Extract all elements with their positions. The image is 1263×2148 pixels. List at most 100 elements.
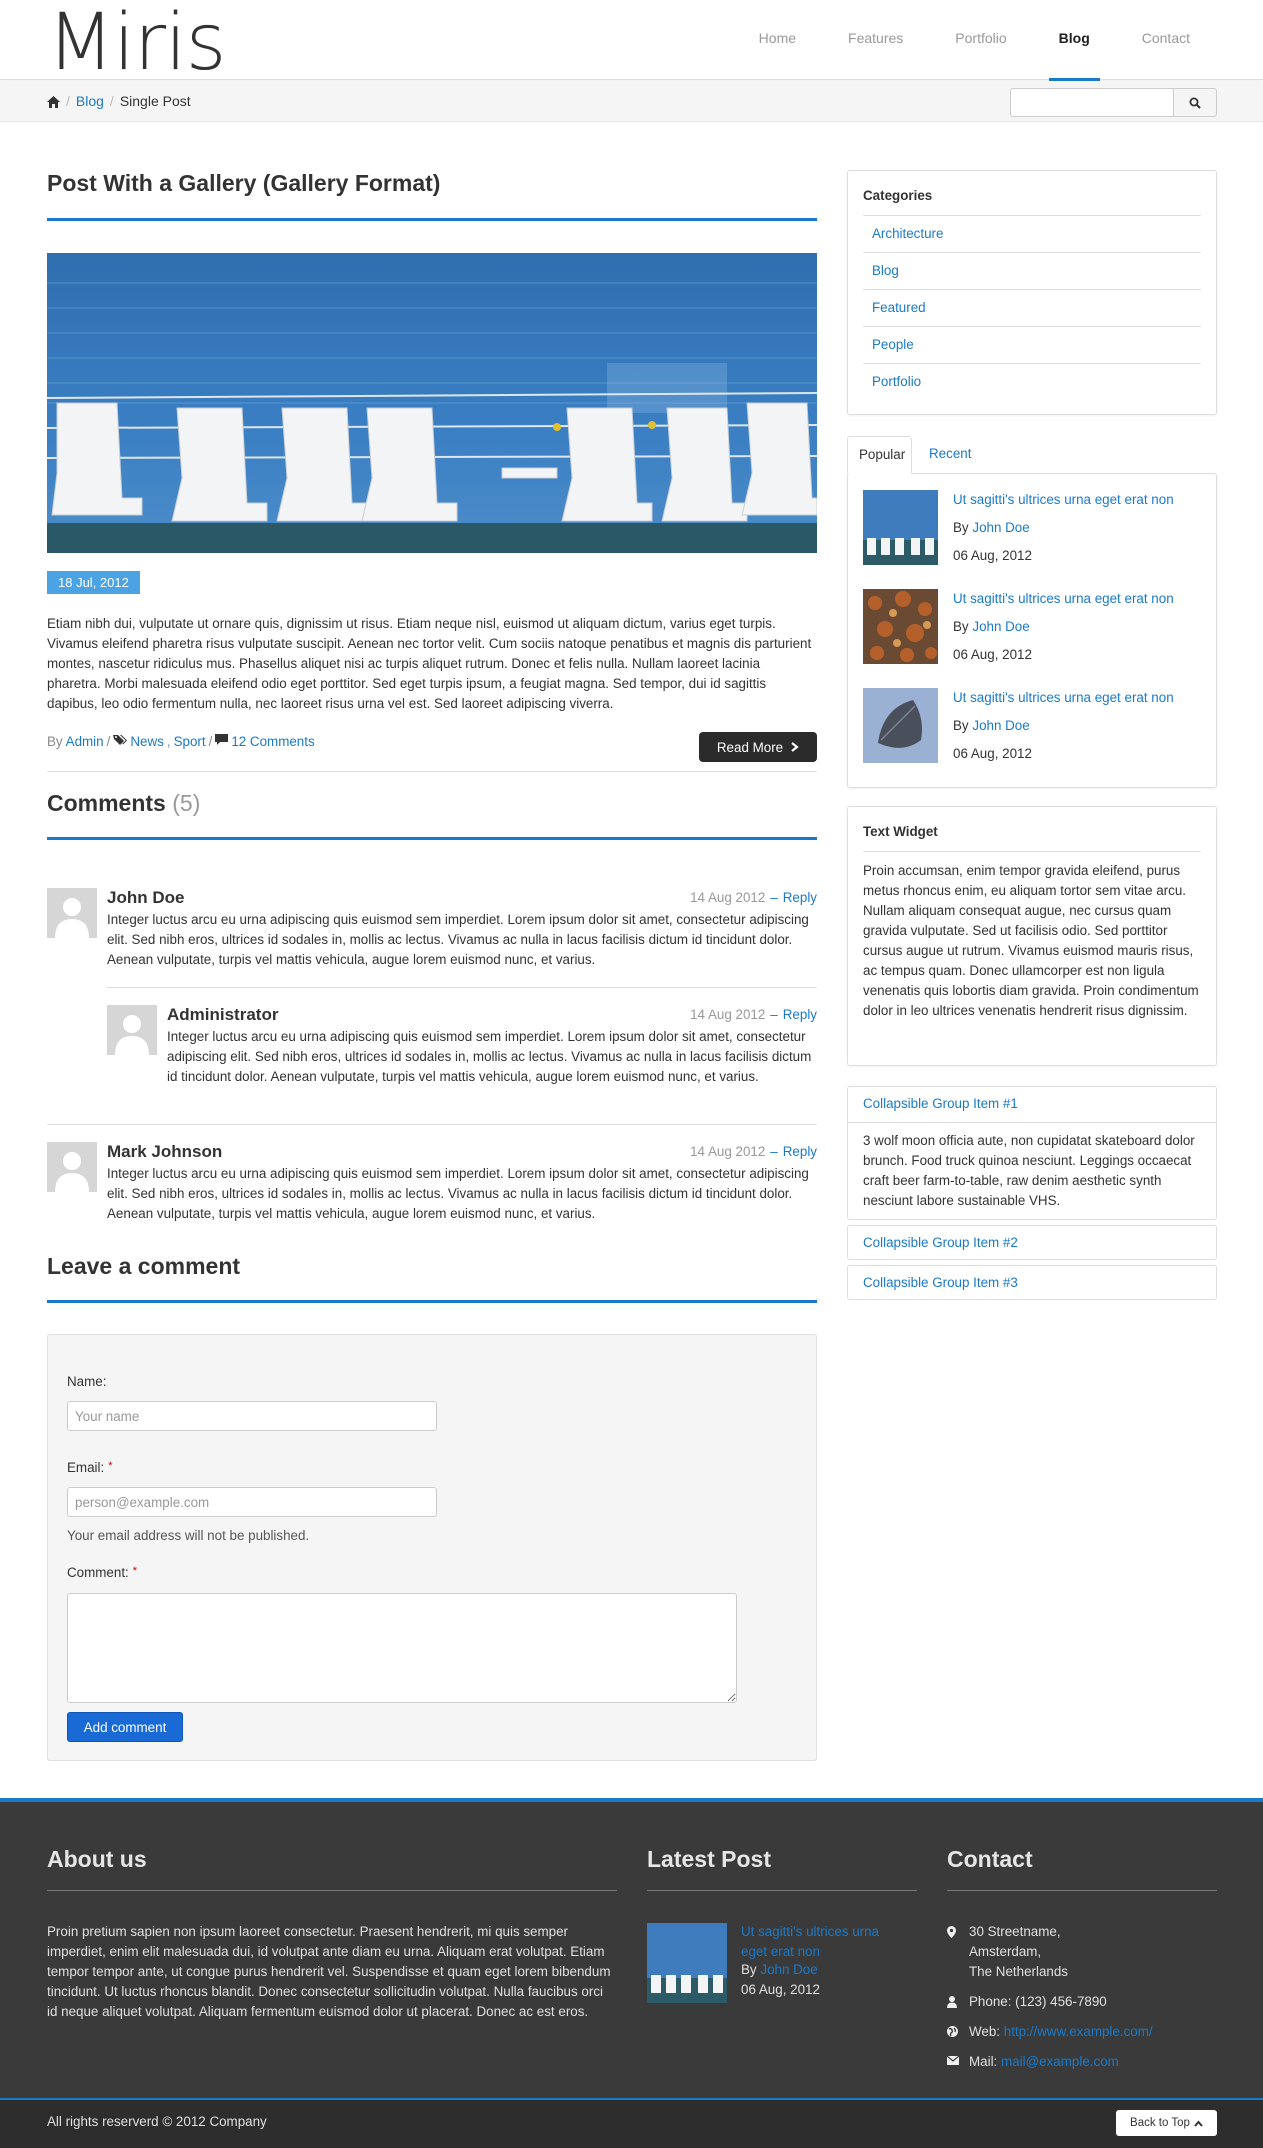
category-link[interactable]: Portfolio <box>872 374 921 389</box>
author-link[interactable]: John Doe <box>760 1962 817 1977</box>
avatar <box>47 1142 97 1192</box>
author-link[interactable]: John Doe <box>972 520 1029 535</box>
category-link[interactable]: Architecture <box>872 226 943 241</box>
post-title: Post With a Gallery (Gallery Format) <box>47 170 441 196</box>
website-link[interactable]: http://www.example.com/ <box>1004 2022 1153 2042</box>
contact-phone: Phone: (123) 456-7890 <box>947 1992 1107 2012</box>
comment-icon <box>215 734 229 749</box>
popular-post-by: By John Doe <box>953 619 1030 634</box>
text-widget-body: Proin accumsan, enim tempor gravida elei… <box>863 863 1199 1018</box>
read-more-label: Read More <box>716 739 784 755</box>
popular-post-by: By John Doe <box>953 520 1030 535</box>
email-link[interactable]: mail@example.com <box>1001 2052 1119 2072</box>
contact-web: Web: http://www.example.com/ <box>947 2022 1153 2042</box>
tag-sport[interactable]: Sport <box>174 734 206 749</box>
nav-item-home[interactable]: Home <box>733 0 822 80</box>
email-field[interactable] <box>67 1487 437 1517</box>
latest-post-date: 06 Aug, 2012 <box>741 1982 820 1997</box>
list-item: Ut sagitti's ultrices urna eget erat non… <box>863 490 1203 568</box>
comment-item: John Doe 14 Aug 2012– Reply Integer luctu… <box>47 888 817 968</box>
categories-title: Categories <box>863 188 933 203</box>
nav-item-contact[interactable]: Contact <box>1116 0 1216 80</box>
tag-news[interactable]: News <box>130 734 163 749</box>
post-meta: By Admin / News, Sport / 12 Comments <box>47 734 315 749</box>
post-thumbnail[interactable] <box>863 589 938 664</box>
accordion-toggle[interactable]: Collapsible Group Item #2 <box>847 1225 1217 1260</box>
nav-item-portfolio[interactable]: Portfolio <box>929 0 1032 80</box>
reply-link[interactable]: Reply <box>783 1007 817 1022</box>
breadcrumb-current: Single Post <box>119 93 191 109</box>
comment-author: Mark Johnson <box>107 1142 223 1161</box>
nav-item-blog[interactable]: Blog <box>1033 0 1116 81</box>
read-more-button[interactable]: Read More <box>699 732 817 762</box>
footer-about-title: About us <box>47 1846 147 1872</box>
latest-post-thumbnail[interactable] <box>647 1923 727 2003</box>
site-logo[interactable]: Miris <box>47 0 226 86</box>
comment-meta: 14 Aug 2012– Reply <box>690 890 817 905</box>
tags-icon <box>113 734 128 749</box>
back-to-top-button[interactable]: Back to Top <box>1116 2110 1217 2136</box>
post-thumbnail[interactable] <box>863 688 938 763</box>
list-item: Ut sagitti's ultrices urna eget erat non… <box>863 589 1203 667</box>
post-gallery-image[interactable] <box>47 253 817 553</box>
comment-textarea[interactable] <box>67 1593 737 1703</box>
comment-text: Integer luctus arcu eu urna adipiscing q… <box>167 1029 812 1084</box>
comment-text: Integer luctus arcu eu urna adipiscing q… <box>107 912 809 967</box>
avatar <box>107 1005 157 1055</box>
list-item: Ut sagitti's ultrices urna eget erat non… <box>863 688 1203 766</box>
comment-label: Comment: * <box>67 1565 138 1580</box>
accordion-body: 3 wolf moon officia aute, non cupidatat … <box>863 1133 1195 1208</box>
meta-author-link[interactable]: Admin <box>66 734 104 749</box>
tab-recent[interactable]: Recent <box>918 436 982 474</box>
globe-icon <box>947 2022 969 2042</box>
breadcrumb-bar: / Blog / Single Post <box>0 81 1263 122</box>
accordion-toggle[interactable]: Collapsible Group Item #1 <box>863 1096 1018 1111</box>
search-icon <box>1189 97 1201 109</box>
comment-text: Integer luctus arcu eu urna adipiscing q… <box>107 1166 809 1221</box>
footer-about-text: Proin pretium sapien non ipsum laoreet c… <box>47 1924 611 2019</box>
chevron-right-icon <box>791 742 799 752</box>
author-link[interactable]: John Doe <box>972 718 1029 733</box>
name-field[interactable] <box>67 1401 437 1431</box>
meta-separator: / <box>106 734 111 749</box>
leave-comment-title: Leave a comment <box>47 1253 241 1279</box>
breadcrumb-blog[interactable]: Blog <box>76 93 104 109</box>
reply-link[interactable]: Reply <box>783 1144 817 1159</box>
breadcrumb: / Blog / Single Post <box>47 93 191 109</box>
divider <box>47 771 817 772</box>
categories-widget: Categories Architecture Blog Featured Pe… <box>847 170 1217 415</box>
popular-post-title[interactable]: Ut sagitti's ultrices urna eget erat non <box>953 492 1174 507</box>
envelope-icon <box>947 2052 969 2072</box>
footer-bottom-bar: All rights reserverd © 2012 Company Back… <box>0 2098 1263 2148</box>
comment-author: John Doe <box>107 888 185 907</box>
author-link[interactable]: John Doe <box>972 619 1029 634</box>
popular-post-date: 06 Aug, 2012 <box>953 548 1032 563</box>
nav-item-features[interactable]: Features <box>822 0 929 80</box>
reply-link[interactable]: Reply <box>783 890 817 905</box>
accordion-toggle[interactable]: Collapsible Group Item #3 <box>847 1265 1217 1300</box>
category-link[interactable]: Blog <box>872 263 899 278</box>
comments-count: (5) <box>172 790 201 816</box>
search-button[interactable] <box>1174 88 1217 117</box>
search-form <box>1010 88 1217 117</box>
latest-post-by: By John Doe <box>741 1962 818 1977</box>
category-link[interactable]: Featured <box>872 300 926 315</box>
home-icon[interactable] <box>47 95 60 108</box>
comment-author: Administrator <box>167 1005 279 1024</box>
popular-post-date: 06 Aug, 2012 <box>953 647 1032 662</box>
comment-form: Name: Email:* Your email address will no… <box>47 1334 817 1761</box>
latest-post-title[interactable]: Ut sagitti's ultrices urna eget erat non <box>741 1922 891 1962</box>
category-link[interactable]: People <box>872 337 914 352</box>
meta-comments-link[interactable]: 12 Comments <box>231 734 314 749</box>
comment-meta: 14 Aug 2012– Reply <box>690 1007 817 1022</box>
meta-by: By <box>47 734 63 749</box>
search-input[interactable] <box>1010 88 1174 117</box>
copyright: All rights reserverd © 2012 Company <box>47 2114 267 2129</box>
popular-post-title[interactable]: Ut sagitti's ultrices urna eget erat non <box>953 591 1174 606</box>
popular-post-title[interactable]: Ut sagitti's ultrices urna eget erat non <box>953 690 1174 705</box>
post-thumbnail[interactable] <box>863 490 938 565</box>
add-comment-button[interactable]: Add comment <box>67 1712 183 1742</box>
divider <box>47 1300 817 1303</box>
tab-popular[interactable]: Popular <box>847 436 912 474</box>
comment-item: Mark Johnson 14 Aug 2012– Reply Integer l… <box>47 1142 817 1222</box>
